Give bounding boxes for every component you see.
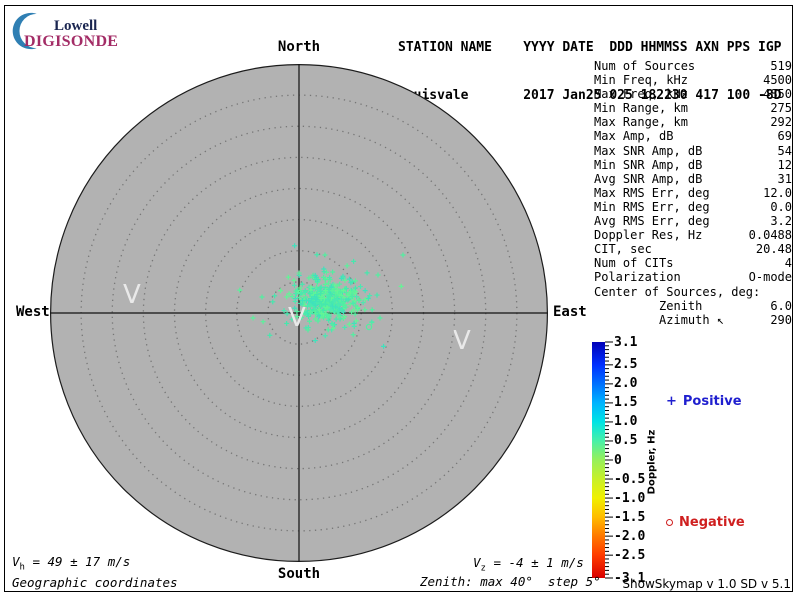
colorbar-tick-label: -2.5 (614, 547, 646, 563)
stat-label: Zenith (594, 298, 703, 313)
lowell-digisonde-logo: Lowell DIGISONDE (8, 9, 118, 51)
colorbar-tick-label: -1.5 (614, 509, 646, 525)
stat-label: Polarization (594, 270, 681, 285)
vertical-velocity-readout: Vz = -4 ± 1 m/s (473, 555, 584, 574)
stat-label: Max Range, km (594, 115, 688, 130)
stat-label: Doppler Res, Hz (594, 228, 703, 243)
stat-value: 275 (770, 101, 792, 116)
stat-row: Min Freq, kHz 4500 (594, 73, 792, 87)
software-version-label: ShowSkymap v 1.0 SD v 5.1 (622, 577, 791, 591)
colorbar-axis-title: Doppler, Hz (646, 429, 658, 495)
stat-row: Max Range, km 292 (594, 115, 792, 129)
stat-row: Doppler Res, Hz 0.0488 (594, 228, 792, 242)
stat-value: 519 (770, 59, 792, 73)
logo-digisonde-text: DIGISONDE (24, 33, 119, 50)
stat-value: 292 (770, 115, 792, 130)
coordinates-mode-label: Geographic coordinates (12, 575, 178, 590)
stat-row: Polarization O-mode (594, 270, 792, 284)
legend-negative: Negative (666, 515, 745, 530)
stat-label: Center of Sources, deg: (594, 284, 761, 299)
stat-row: Max RMS Err, deg 12.0 (594, 186, 792, 200)
stat-label: Num of Sources (594, 59, 696, 73)
stat-label: Max SNR Amp, dB (594, 143, 703, 158)
stat-label: Max Amp, dB (594, 129, 674, 144)
stat-value: 3.2 (770, 214, 792, 229)
skymap-polar-plot: V V V (50, 64, 548, 562)
stat-label: Azimuth ↖ (594, 312, 725, 327)
stat-row: Center of Sources, deg: (594, 285, 792, 299)
stat-row: Min SNR Amp, dB 12 (594, 158, 792, 172)
colorbar-tick-label: 3.1 (614, 334, 638, 350)
stat-label: Min Range, km (594, 101, 688, 116)
colorbar-tick-label: -0.5 (614, 471, 646, 487)
stat-row: Azimuth ↖ 290 (594, 313, 792, 327)
stat-label: CIT, sec (594, 242, 652, 257)
stat-label: Max RMS Err, deg (594, 185, 710, 200)
stat-value: 6.0 (770, 298, 792, 313)
colorbar-tick-label: 2.5 (614, 357, 638, 373)
stat-value: 4500 (763, 73, 792, 88)
compass-label-south: South (277, 566, 321, 582)
stat-value: 4 (784, 256, 792, 271)
stat-row: Num of CITs 4 (594, 256, 792, 270)
stat-value: 31 (777, 171, 792, 186)
stat-row: Zenith 6.0 (594, 299, 792, 313)
stat-value: 20.48 (755, 242, 792, 257)
vz-symbol: V (473, 555, 481, 570)
colorbar-tick-label: 1.0 (614, 414, 638, 430)
colorbar-ticks (605, 341, 613, 579)
plus-marker-icon: + (666, 394, 677, 409)
header-columns-line: STATION NAME YYYY DATE DDD HHMMSS AXN PP… (398, 40, 782, 55)
doppler-colorbar (592, 342, 605, 578)
vz-value: = -4 ± 1 m/s (485, 555, 584, 570)
zenith-range-note: Zenith: max 40° step 5° (420, 574, 601, 589)
velocity-v-mark: V (123, 280, 141, 310)
colorbar-tick-label: 0 (614, 452, 622, 468)
stat-label: Avg RMS Err, deg (594, 214, 710, 229)
compass-label-north: North (277, 39, 321, 55)
stat-value: 290 (770, 312, 792, 327)
velocity-v-mark: V (453, 326, 471, 356)
legend-negative-label: Negative (679, 515, 745, 530)
stat-value: 4850 (763, 87, 792, 102)
legend-positive: + Positive (666, 394, 742, 409)
stat-row: Avg SNR Amp, dB 31 (594, 172, 792, 186)
compass-label-west: West (16, 304, 50, 320)
horizontal-velocity-readout: Vh = 49 ± 17 m/s (12, 554, 130, 573)
stat-label: Min Freq, kHz (594, 73, 688, 88)
vh-value: = 49 ± 17 m/s (24, 554, 131, 569)
stat-row: Max Amp, dB 69 (594, 129, 792, 143)
stat-row: Avg RMS Err, deg 3.2 (594, 214, 792, 228)
stat-value: 12.0 (763, 185, 792, 200)
colorbar-tick-label: -2.0 (614, 528, 646, 544)
stat-row: Min Range, km 275 (594, 101, 792, 115)
colorbar-tick-label: 0.5 (614, 433, 638, 449)
circle-marker-icon (666, 519, 673, 526)
colorbar-tick-label: 1.5 (614, 395, 638, 411)
stat-label: Num of CITs (594, 256, 674, 271)
stat-value: O-mode (748, 270, 792, 285)
stat-label: Avg SNR Amp, dB (594, 171, 703, 186)
stat-value: 0.0 (770, 199, 792, 214)
compass-label-east: East (553, 304, 587, 320)
stat-row: Max Freq, kHz 4850 (594, 87, 792, 101)
stat-row: Min RMS Err, deg 0.0 (594, 200, 792, 214)
stat-label: Max Freq, kHz (594, 87, 688, 102)
stat-label: Min RMS Err, deg (594, 199, 710, 214)
stat-row: CIT, sec 20.48 (594, 242, 792, 256)
stat-value: 0.0488 (748, 228, 792, 243)
stat-value: 69 (777, 129, 792, 144)
stat-label: Min SNR Amp, dB (594, 157, 703, 172)
legend-positive-label: Positive (682, 394, 742, 409)
stat-row: Num of Sources 519 (594, 59, 792, 73)
colorbar-tick-label: -1.0 (614, 490, 646, 506)
stat-value: 54 (777, 143, 792, 158)
velocity-v-mark: V (288, 303, 306, 333)
stat-row: Max SNR Amp, dB 54 (594, 144, 792, 158)
vh-symbol: V (12, 554, 20, 569)
stat-value: 12 (777, 157, 792, 172)
colorbar-tick-label: 2.0 (614, 376, 638, 392)
measurement-stats-panel: Num of Sources 519 Min Freq, kHz 4500 Max Fr… (594, 59, 792, 327)
